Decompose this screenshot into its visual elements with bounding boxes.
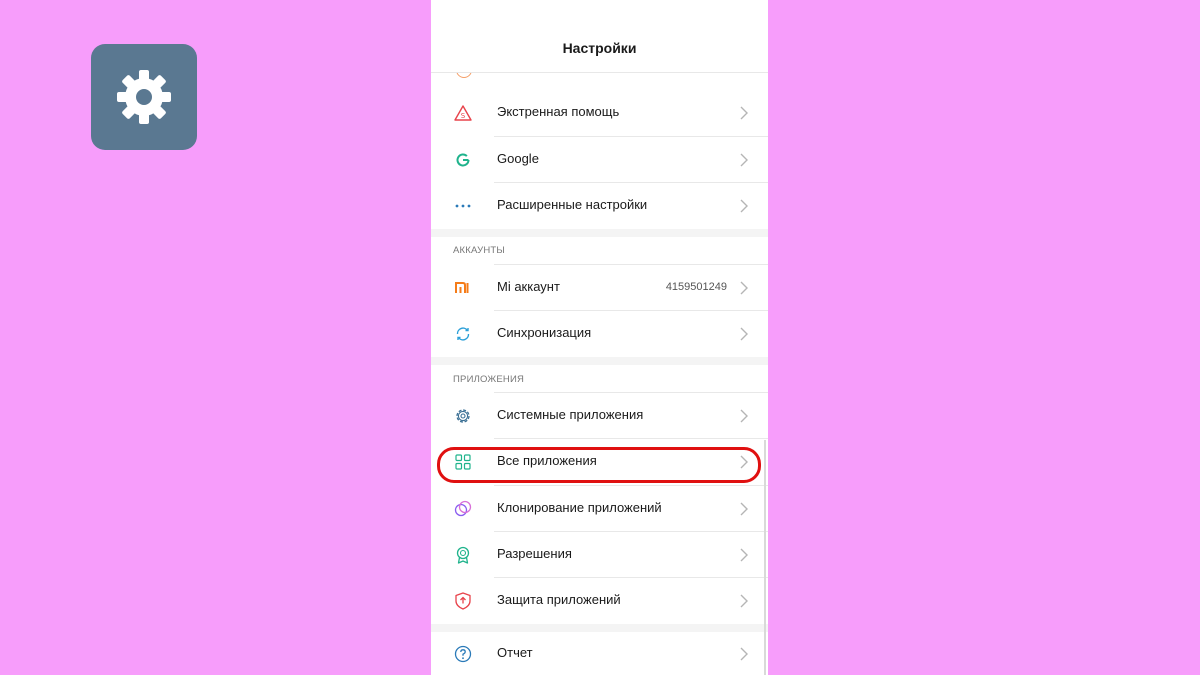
account-id: 4159501249	[665, 281, 727, 293]
sos-icon: S	[453, 103, 473, 123]
badge-icon	[453, 545, 473, 565]
row-label: Экстренная помощь	[497, 104, 620, 119]
row-label: Защита приложений	[497, 592, 621, 607]
row-label: Расширенные настройки	[497, 197, 648, 212]
chevron-right-icon	[740, 548, 748, 562]
chevron-right-icon	[740, 594, 748, 608]
chevron-right-icon	[740, 106, 748, 120]
scrollbar[interactable]	[764, 440, 766, 675]
row-google[interactable]: Google	[431, 137, 768, 183]
row-sync[interactable]: Синхронизация	[431, 311, 768, 357]
row-emergency[interactable]: S Экстренная помощь	[431, 90, 768, 136]
chevron-right-icon	[740, 153, 748, 167]
mi-icon	[453, 278, 473, 298]
row-label: Google	[497, 151, 539, 166]
row-permissions[interactable]: Разрешения	[431, 532, 768, 578]
chevron-right-icon	[740, 502, 748, 516]
row-label: Клонирование приложений	[497, 500, 662, 515]
shield-icon	[453, 591, 473, 611]
row-all-apps[interactable]: Все приложения	[431, 439, 768, 485]
row-label: Системные приложения	[497, 407, 644, 422]
apps-grid-icon	[453, 452, 473, 472]
google-icon	[453, 150, 473, 170]
section-header-accounts: АККАУНТЫ	[453, 245, 506, 256]
settings-screen: Настройки S Экстренная помощь Google Рас…	[431, 0, 768, 675]
help-icon	[453, 644, 473, 664]
chevron-right-icon	[740, 281, 748, 295]
more-dots-icon	[453, 196, 473, 216]
row-app-protection[interactable]: Защита приложений	[431, 578, 768, 624]
row-label: Все приложения	[497, 453, 597, 468]
page-title: Настройки	[562, 40, 637, 56]
chevron-right-icon	[740, 327, 748, 341]
row-clone-apps[interactable]: Клонирование приложений	[431, 486, 768, 532]
chevron-right-icon	[740, 455, 748, 469]
row-label: Mi аккаунт	[497, 279, 560, 294]
settings-app-icon[interactable]	[91, 44, 197, 150]
sync-icon	[453, 324, 473, 344]
row-label: Синхронизация	[497, 325, 592, 340]
chevron-right-icon	[740, 199, 748, 213]
chevron-right-icon	[740, 647, 748, 661]
clone-icon	[453, 499, 473, 519]
row-system-apps[interactable]: Системные приложения	[431, 393, 768, 439]
row-mi-account[interactable]: Mi аккаунт 4159501249	[431, 265, 768, 311]
svg-text:S: S	[461, 112, 466, 120]
header: Настройки	[431, 0, 768, 73]
section-header-apps: ПРИЛОЖЕНИЯ	[453, 374, 525, 385]
chevron-right-icon	[740, 409, 748, 423]
row-report[interactable]: Отчет	[431, 631, 768, 675]
row-label: Разрешения	[497, 546, 572, 561]
gear-icon	[453, 406, 473, 426]
gear-icon	[117, 70, 171, 124]
row-advanced-settings[interactable]: Расширенные настройки	[431, 183, 768, 229]
row-label: Отчет	[497, 645, 533, 660]
